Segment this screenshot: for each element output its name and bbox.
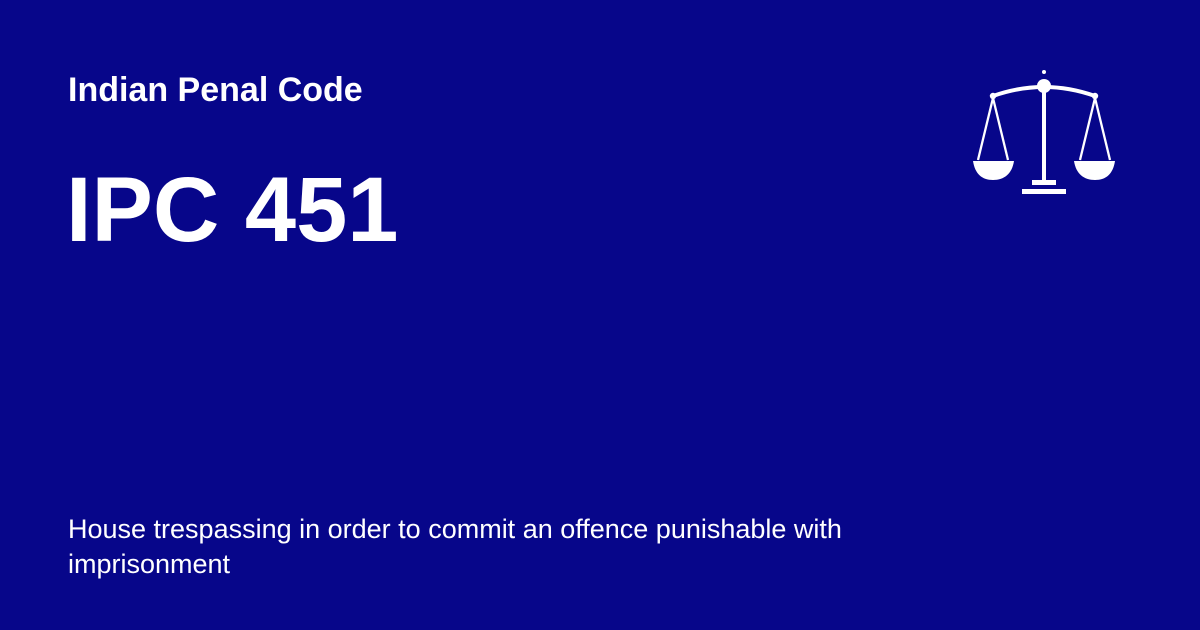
page-title: IPC 451 — [66, 159, 399, 261]
category-label: Indian Penal Code — [68, 71, 363, 109]
section-description: House trespassing in order to commit an … — [68, 514, 842, 579]
share-card: Indian Penal Code IPC 451 House trespass… — [0, 0, 1200, 630]
scales-of-justice-icon — [970, 68, 1118, 196]
